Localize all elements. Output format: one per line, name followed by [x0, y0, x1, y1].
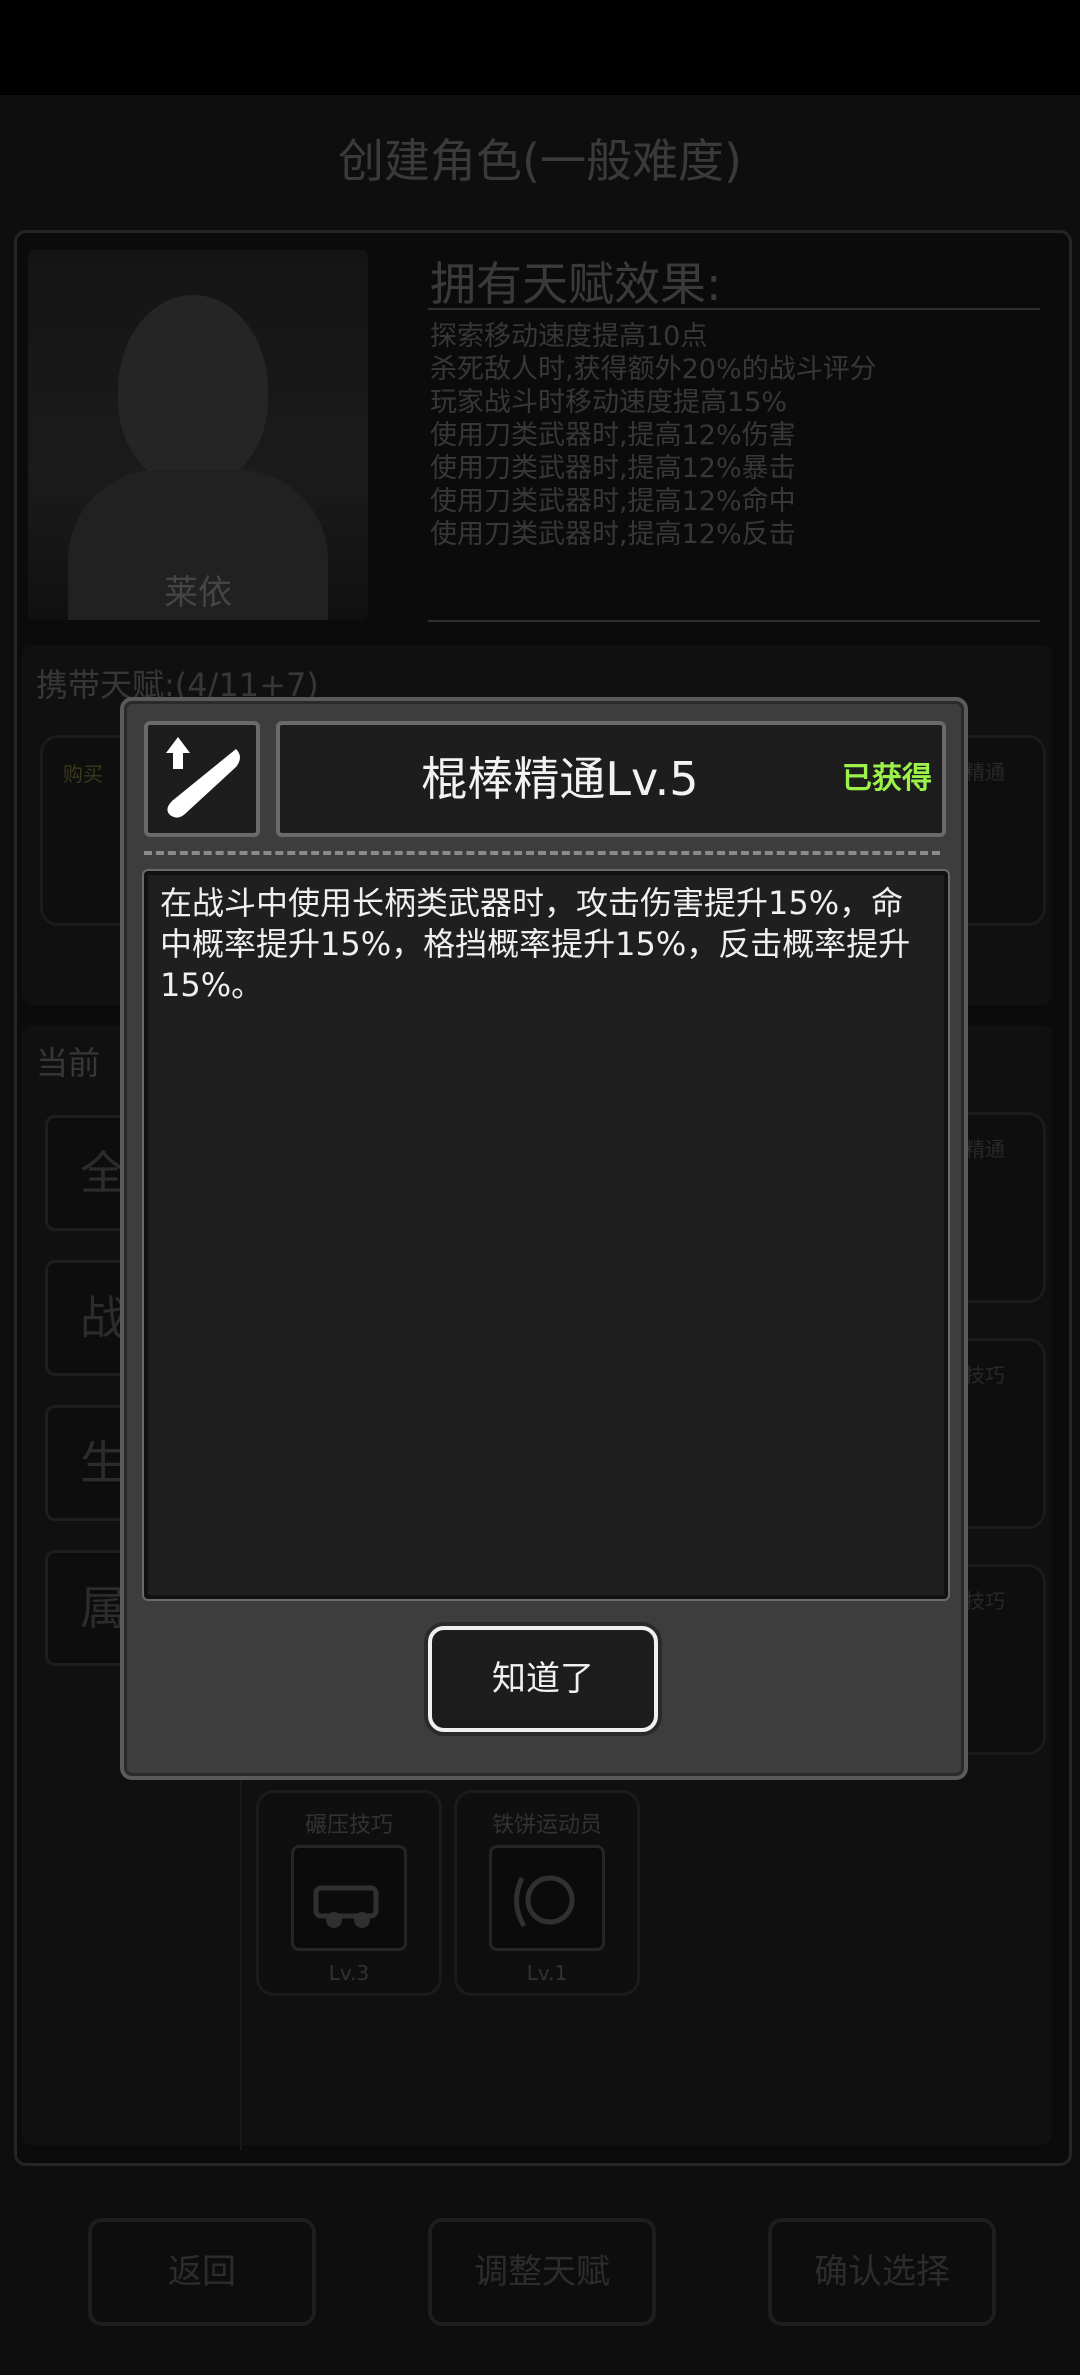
acquired-badge: 已获得: [842, 761, 932, 796]
talent-description-box: 在战斗中使用长柄类武器时，攻击伤害提升15%，命中概率提升15%，格挡概率提升1…: [144, 871, 948, 1599]
talent-detail-dialog: 棍棒精通Lv.5 已获得 在战斗中使用长柄类武器时，攻击伤害提升15%，命中概率…: [120, 697, 968, 1780]
talent-title-frame: 棍棒精通Lv.5 已获得: [276, 721, 946, 837]
got-it-button[interactable]: 知道了: [428, 1626, 658, 1732]
talent-icon-frame: [144, 721, 260, 837]
dashed-divider: [144, 851, 940, 855]
talent-name: 棍棒精通Lv.5: [421, 752, 699, 806]
bat-upgrade-icon: [166, 737, 240, 818]
talent-description: 在战斗中使用长柄类武器时，攻击伤害提升15%，命中概率提升15%，格挡概率提升1…: [160, 884, 911, 1004]
